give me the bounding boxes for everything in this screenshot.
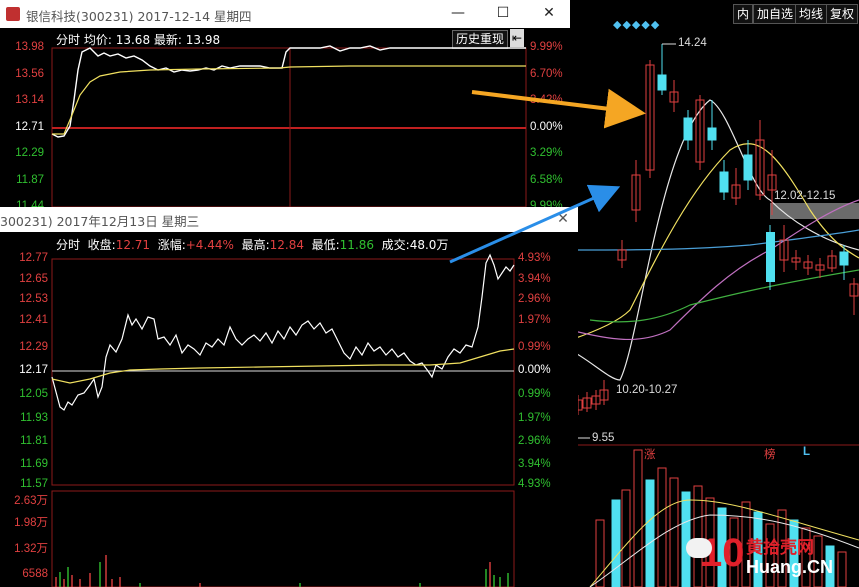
avg-price-line-top <box>52 65 526 135</box>
price-axis-left-top: 13.98 13.56 13.14 12.71 12.29 11.87 11.44 <box>0 0 52 212</box>
watermark-domain: Huang.CN <box>746 557 833 577</box>
volume-frame <box>51 490 515 587</box>
watermark-subtitle: 黄拾壳网 <box>746 538 814 558</box>
axis-tick-label: 11.87 <box>16 174 44 186</box>
volume-bar <box>669 477 679 587</box>
tag-zhang: 涨 <box>644 449 656 461</box>
candle-body <box>743 154 753 181</box>
axis-tick-label: 1.98万 <box>14 517 48 529</box>
volume-axis-bottom: 2.63万 1.98万 1.32万 6588 <box>0 207 52 587</box>
intraday-chart-top <box>51 45 527 208</box>
volume-bar <box>611 499 621 587</box>
chart-frame <box>51 258 515 486</box>
wechat-icon <box>686 538 712 558</box>
tag-bang: 榜 <box>764 449 776 461</box>
volume-bar <box>657 467 667 587</box>
candle-body <box>657 74 667 91</box>
axis-tick-label: 13.14 <box>15 94 44 106</box>
volume-bar <box>621 489 631 587</box>
volume-bar <box>633 449 643 587</box>
kline-chart-panel[interactable]: 内 加自选 均线 复权 ◆◆◆◆◆ 14.24 9.55 10.20-10.27… <box>570 0 859 587</box>
candle-body <box>839 251 849 266</box>
toolbar-button-adjust[interactable]: 复权 <box>826 4 859 24</box>
axis-tick-label: 1.32万 <box>14 543 48 555</box>
candle-body <box>707 127 717 141</box>
diamond-markers: ◆◆◆◆◆ <box>613 18 661 31</box>
candle-body <box>683 117 693 141</box>
axis-tick-label: 13.98 <box>15 41 44 53</box>
axis-tick-label: 13.56 <box>15 68 44 80</box>
axis-tick-label: 12.71 <box>15 121 44 133</box>
candle-body <box>719 171 729 193</box>
toolbar-button-moving-average[interactable]: 均线 <box>795 4 828 24</box>
intraday-window-top[interactable]: 银信科技(300231) 2017-12-14 星期四 — ☐ ✕ 分时 均价:… <box>0 0 570 212</box>
moving-average-line <box>589 269 859 323</box>
high-price-label: 14.24 <box>678 37 707 49</box>
axis-tick-label: 2.63万 <box>14 495 48 507</box>
intraday-window-bottom[interactable]: 300231) 2017年12月13日 星期三 ✕ 分时 收盘:12.71 涨幅… <box>0 207 578 587</box>
axis-tick-label: 12.29 <box>15 147 44 159</box>
range-label-1: 10.20-10.27 <box>616 384 678 396</box>
volume-bar <box>645 479 655 587</box>
volume-bar <box>595 519 605 587</box>
tag-l: L <box>803 446 811 458</box>
toolbar-button-inner[interactable]: 内 <box>733 4 754 24</box>
low-price-label: 9.55 <box>592 432 615 444</box>
kline-chart-svg <box>570 43 859 587</box>
avg-price-line-bottom <box>51 348 515 384</box>
axis-tick-label: 6588 <box>22 568 48 580</box>
watermark: 10 黄拾壳网 Huang.CN <box>700 527 855 583</box>
range-label-2: 12.02-12.15 <box>774 190 836 202</box>
price-line-top <box>51 45 526 138</box>
price-line-bottom <box>51 253 515 411</box>
moving-average-line <box>570 143 859 341</box>
toolbar-button-add-watchlist[interactable]: 加自选 <box>753 4 798 24</box>
intraday-chart-bottom <box>51 253 515 587</box>
